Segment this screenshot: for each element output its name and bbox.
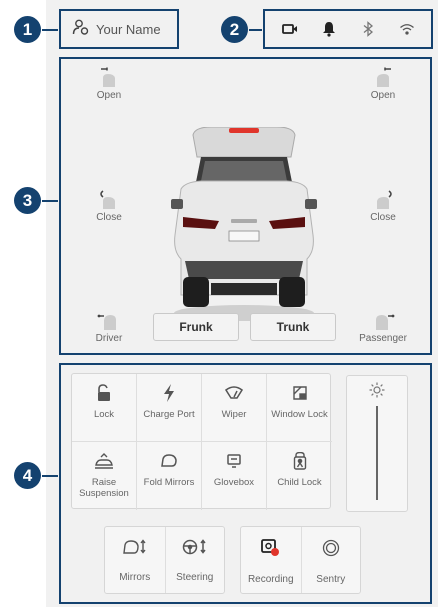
car-image xyxy=(171,127,317,321)
wiper-button[interactable]: Wiper xyxy=(202,374,267,442)
steering-icon xyxy=(182,539,208,560)
user-icon xyxy=(72,18,90,41)
door-passenger[interactable]: Passenger xyxy=(353,312,413,344)
door-rear-left[interactable]: Close xyxy=(79,189,139,223)
recording-button[interactable]: Recording xyxy=(241,527,301,593)
wiper-icon xyxy=(225,383,243,403)
door-rear-right-label: Close xyxy=(370,212,396,223)
callout-1: 1 xyxy=(14,16,41,43)
door-open-icon xyxy=(377,67,391,87)
door-rear-left-label: Close xyxy=(96,212,122,223)
door-open-icon xyxy=(101,67,115,87)
child-lock-icon xyxy=(293,451,307,471)
raise-suspension-button[interactable]: Raise Suspension xyxy=(72,442,137,510)
fold-mirrors-label: Fold Mirrors xyxy=(143,477,195,488)
sentry-icon xyxy=(322,539,340,562)
control-panel: Lock Charge Port Wiper Window Lock Raise… xyxy=(59,363,431,603)
callout-4-line xyxy=(42,475,58,477)
mirrors-label: Mirrors xyxy=(119,572,151,583)
door-front-left-label: Open xyxy=(96,90,122,101)
callout-1-line xyxy=(42,29,58,31)
profile-name: Your Name xyxy=(96,21,161,37)
door-driver[interactable]: Driver xyxy=(79,312,139,344)
raise-suspension-label: Raise Suspension xyxy=(79,477,129,499)
charge-port-label: Charge Port xyxy=(143,409,195,420)
door-close-icon xyxy=(377,190,392,209)
recording-icon xyxy=(260,539,281,562)
car-panel: Open Open Close Close Driver Passenger F… xyxy=(59,57,431,354)
security-group: Recording Sentry xyxy=(240,526,361,594)
mirrors-button[interactable]: Mirrors xyxy=(105,527,165,593)
bell-icon[interactable] xyxy=(320,20,338,38)
unlock-icon xyxy=(96,383,112,403)
child-lock-label: Child Lock xyxy=(277,477,322,488)
dashcam-icon[interactable] xyxy=(281,20,299,38)
door-front-left[interactable]: Open xyxy=(79,67,139,101)
window-lock-button[interactable]: Window Lock xyxy=(267,374,332,442)
door-front-right-label: Open xyxy=(370,90,396,101)
window-lock-icon xyxy=(292,383,308,403)
sun-icon xyxy=(369,382,385,403)
callout-4: 4 xyxy=(14,462,41,489)
bluetooth-icon[interactable] xyxy=(359,20,377,38)
glovebox-icon xyxy=(226,451,242,471)
callout-2: 2 xyxy=(221,16,248,43)
steering-button[interactable]: Steering xyxy=(164,527,225,593)
lock-button[interactable]: Lock xyxy=(72,374,137,442)
sentry-button[interactable]: Sentry xyxy=(300,527,361,593)
sentry-label: Sentry xyxy=(316,574,346,585)
fold-mirrors-button[interactable]: Fold Mirrors xyxy=(137,442,202,510)
mirror-icon xyxy=(160,451,178,471)
bolt-icon xyxy=(163,383,175,403)
mirror-adjust-icon xyxy=(122,539,148,560)
callout-3: 3 xyxy=(14,187,41,214)
trunk-button[interactable]: Trunk xyxy=(250,313,336,341)
window-lock-label: Window Lock xyxy=(271,409,328,420)
door-rear-right[interactable]: Close xyxy=(353,189,413,223)
lock-label: Lock xyxy=(93,409,115,420)
door-passenger-label: Passenger xyxy=(359,333,407,344)
callout-2-line xyxy=(249,29,262,31)
charge-port-button[interactable]: Charge Port xyxy=(137,374,202,442)
door-front-right[interactable]: Open xyxy=(353,67,413,101)
glovebox-button[interactable]: Glovebox xyxy=(202,442,267,510)
wifi-icon[interactable] xyxy=(398,20,416,38)
frunk-button[interactable]: Frunk xyxy=(153,313,239,341)
quick-controls-grid: Lock Charge Port Wiper Window Lock Raise… xyxy=(71,373,332,510)
glovebox-label: Glovebox xyxy=(213,477,255,488)
brightness-track[interactable] xyxy=(376,406,378,500)
callout-3-line xyxy=(42,200,58,202)
door-driver-label: Driver xyxy=(95,333,123,344)
brightness-slider[interactable] xyxy=(346,375,408,512)
profile-button[interactable]: Your Name xyxy=(60,10,178,48)
door-passenger-icon xyxy=(376,314,395,330)
wiper-label: Wiper xyxy=(221,409,247,420)
child-lock-button[interactable]: Child Lock xyxy=(267,442,332,510)
door-close-icon xyxy=(100,190,115,209)
suspension-icon xyxy=(94,451,114,471)
steering-label: Steering xyxy=(176,572,214,583)
recording-label: Recording xyxy=(247,574,294,585)
door-driver-icon xyxy=(97,314,116,330)
adjust-group: Mirrors Steering xyxy=(104,526,225,594)
status-bar xyxy=(264,10,432,48)
